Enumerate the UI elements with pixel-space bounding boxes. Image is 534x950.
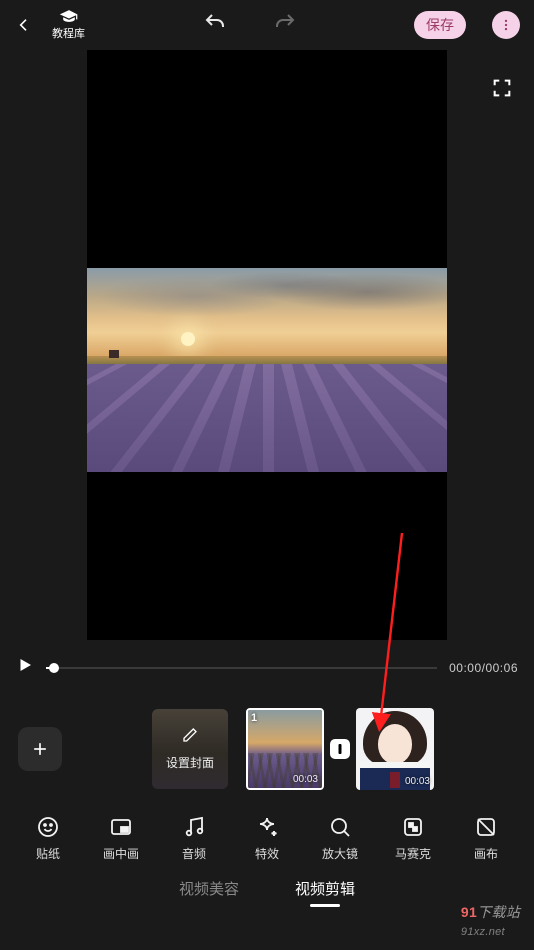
mode-tabs: 视频美容 视频剪辑	[0, 868, 534, 915]
save-button[interactable]: 保存	[414, 11, 466, 39]
tool-label: 特效	[255, 845, 279, 862]
clip-index: 1	[251, 712, 257, 724]
tool-pip[interactable]: 画中画	[95, 815, 147, 862]
undo-redo-group	[103, 11, 396, 40]
set-cover-button[interactable]: 设置封面	[152, 709, 228, 789]
sticker-icon	[36, 815, 60, 839]
graduation-cap-icon	[59, 9, 79, 23]
tutorial-label: 教程库	[52, 25, 85, 41]
tutorial-library-button[interactable]: 教程库	[52, 9, 85, 41]
time-display: 00:00/00:06	[449, 661, 518, 675]
clips-container: 1 00:03 00:03	[246, 708, 434, 790]
play-icon	[16, 656, 34, 674]
music-icon	[182, 815, 206, 839]
add-clip-button[interactable]	[18, 727, 62, 771]
top-bar: 教程库 保存	[0, 0, 534, 50]
tool-mosaic[interactable]: 马赛克	[387, 815, 439, 862]
transition-button[interactable]	[330, 739, 350, 759]
clip-2[interactable]: 00:03	[356, 708, 434, 790]
tool-label: 画中画	[103, 845, 139, 862]
progress-slider[interactable]	[46, 667, 437, 669]
plus-icon	[30, 739, 50, 759]
tool-canvas[interactable]: 画布	[460, 815, 512, 862]
pencil-icon	[182, 727, 198, 748]
clip-duration: 00:03	[293, 774, 318, 785]
pip-icon	[109, 815, 133, 839]
video-canvas[interactable]	[87, 50, 447, 640]
tool-audio[interactable]: 音频	[168, 815, 220, 862]
tool-label: 贴纸	[36, 845, 60, 862]
tool-label: 音频	[182, 845, 206, 862]
tool-label: 放大镜	[322, 845, 358, 862]
playback-bar: 00:00/00:06	[0, 650, 534, 689]
undo-button[interactable]	[203, 11, 227, 40]
tab-edit[interactable]: 视频剪辑	[295, 878, 355, 899]
set-cover-label: 设置封面	[166, 754, 214, 771]
effects-icon	[255, 815, 279, 839]
clip-duration: 00:03	[405, 776, 430, 787]
timeline-strip: 设置封面 1 00:03 00:03	[0, 689, 534, 809]
bottom-toolbar: 贴纸 画中画 音频 特效 放大镜 马赛克 画布	[0, 809, 534, 868]
more-vertical-icon	[499, 18, 513, 32]
clip-1[interactable]: 1 00:03	[246, 708, 324, 790]
magnify-icon	[328, 815, 352, 839]
tool-label: 画布	[474, 845, 498, 862]
redo-button[interactable]	[273, 11, 297, 40]
tool-magnify[interactable]: 放大镜	[314, 815, 366, 862]
tool-effects[interactable]: 特效	[241, 815, 293, 862]
canvas-icon	[474, 815, 498, 839]
preview-area	[0, 50, 534, 650]
preview-frame	[87, 268, 447, 468]
play-button[interactable]	[16, 656, 34, 679]
mosaic-icon	[401, 815, 425, 839]
fullscreen-button[interactable]	[488, 74, 516, 102]
tool-label: 马赛克	[395, 845, 431, 862]
tool-sticker[interactable]: 贴纸	[22, 815, 74, 862]
back-button[interactable]	[14, 17, 34, 33]
transition-icon	[335, 743, 345, 755]
more-menu-button[interactable]	[492, 11, 520, 39]
tab-beauty[interactable]: 视频美容	[179, 878, 239, 899]
fullscreen-icon	[491, 77, 513, 99]
